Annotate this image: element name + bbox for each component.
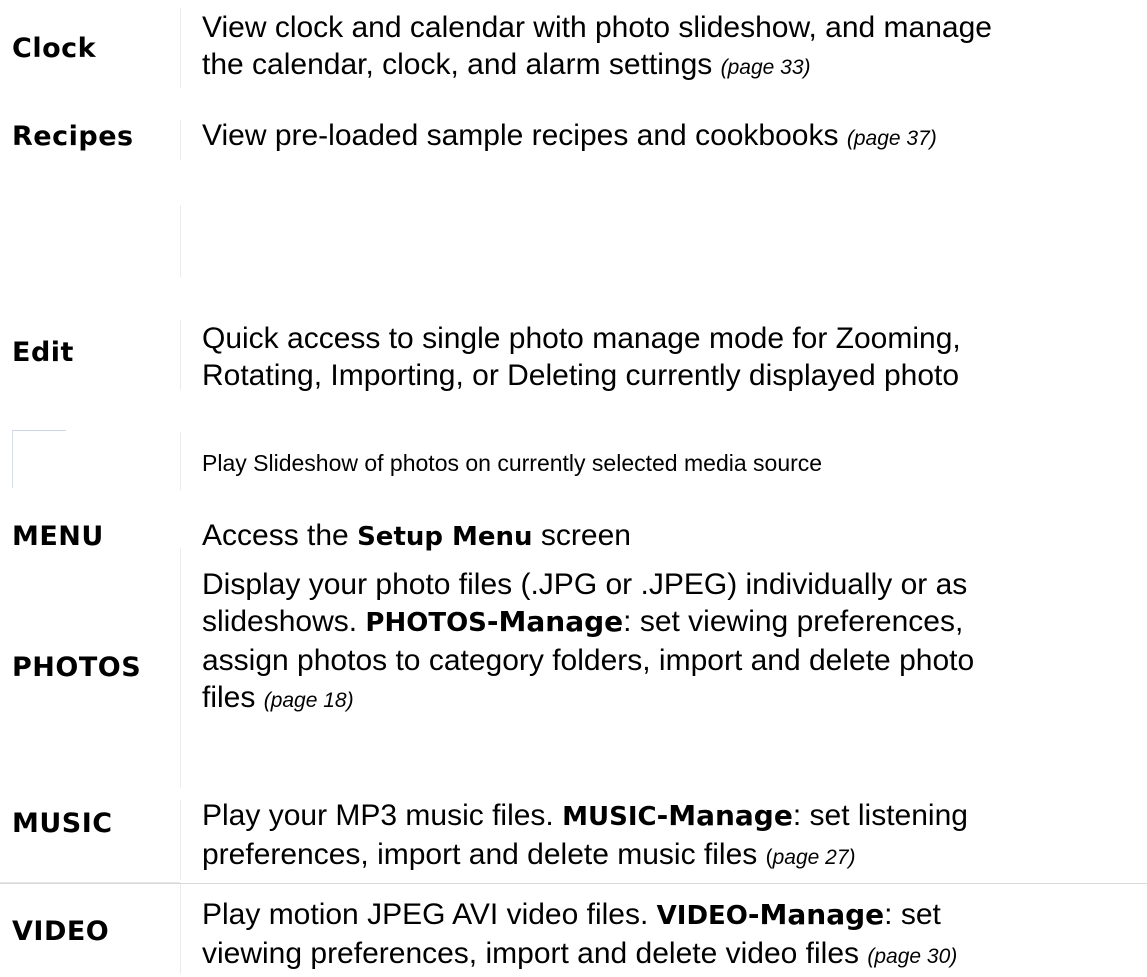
desc-photos-line3: assign photos to category folders, impor…	[202, 644, 975, 677]
desc-clock-line1: View clock and calendar with photo slide…	[202, 11, 992, 44]
column-divider-music	[180, 800, 181, 880]
video-inline-term: VIDEO	[656, 901, 748, 931]
desc-photos-line1: Display your photo files (.JPG or .JPEG)…	[202, 568, 968, 601]
music-manage-label: -Manage	[656, 799, 793, 832]
desc-edit: Quick access to single photo manage mode…	[202, 320, 1137, 394]
desc-recipes: View pre-loaded sample recipes and cookb…	[202, 117, 1137, 157]
column-divider-photos	[180, 548, 181, 788]
column-divider-edit	[180, 320, 181, 390]
column-divider-video	[180, 884, 181, 974]
desc-menu-before: Access the	[202, 519, 349, 552]
video-manage-label: -Manage	[747, 898, 885, 931]
desc-music-line1-after: : set listening	[792, 799, 968, 832]
desc-video-line1-before: Play motion JPEG AVI video files.	[202, 898, 649, 931]
photos-manage-label: -Manage	[486, 605, 624, 638]
term-menu: MENU	[12, 521, 104, 552]
desc-video-line2: viewing preferences, import and delete v…	[202, 935, 1137, 975]
desc-edit-line2: Rotating, Importing, or Deleting current…	[202, 359, 960, 392]
desc-music-line2-text: preferences, import and delete music fil…	[202, 838, 758, 871]
desc-edit-line1: Quick access to single photo manage mode…	[202, 322, 961, 355]
desc-photos-line4-text: files	[202, 681, 256, 714]
desc-video-line1-after: : set	[884, 898, 941, 931]
desc-video: Play motion JPEG AVI video files. VIDEO-…	[202, 896, 1137, 975]
desc-music: Play your MP3 music files. MUSIC-Manage:…	[202, 797, 1137, 876]
row-divider-music	[0, 882, 180, 883]
term-music: MUSIC	[12, 808, 113, 839]
desc-recipes-text: View pre-loaded sample recipes and cookb…	[202, 119, 839, 152]
desc-slideshow: Play Slideshow of photos on currently se…	[202, 450, 823, 476]
column-divider-slideshow	[180, 432, 181, 490]
desc-clock-line2: the calendar, clock, and alarm settings …	[202, 46, 1137, 86]
column-divider-empty	[180, 205, 181, 277]
term-edit: Edit	[12, 337, 74, 368]
column-divider-clock	[180, 8, 181, 88]
desc-music-line2: preferences, import and delete music fil…	[202, 836, 1137, 876]
page-ref-photos: (page 18)	[263, 689, 354, 712]
photos-inline-term: PHOTOS	[365, 608, 487, 638]
page-ref-video: (page 30)	[867, 945, 958, 968]
term-video: VIDEO	[12, 916, 110, 947]
term-clock: Clock	[12, 33, 97, 64]
setup-menu-label: Setup Menu	[357, 522, 533, 552]
desc-photos-line2-before: slideshows.	[202, 605, 358, 638]
music-inline-term: MUSIC	[562, 802, 657, 832]
row-divider-video	[0, 883, 1147, 884]
page-ref-music: page 27)	[772, 846, 856, 869]
page-ref-clock: (page 33)	[720, 56, 811, 79]
desc-video-line1: Play motion JPEG AVI video files. VIDEO-…	[202, 896, 1137, 935]
desc-photos: Display your photo files (.JPG or .JPEG)…	[202, 566, 1137, 719]
slideshow-icon-edge	[12, 430, 13, 488]
desc-photos-line2-after: : set viewing preferences,	[623, 605, 964, 638]
desc-menu: Access the Setup Menu screen	[202, 517, 1137, 556]
term-recipes: Recipes	[12, 121, 134, 152]
desc-video-line2-text: viewing preferences, import and delete v…	[202, 937, 860, 970]
desc-music-line1: Play your MP3 music files. MUSIC-Manage:…	[202, 797, 1137, 836]
term-photos: PHOTOS	[12, 652, 142, 683]
desc-menu-after: screen	[540, 519, 631, 552]
desc-clock: View clock and calendar with photo slide…	[202, 9, 1137, 86]
desc-photos-line2: slideshows. PHOTOS-Manage: set viewing p…	[202, 603, 1137, 642]
column-divider-recipes	[180, 120, 181, 160]
desc-clock-line2-text: the calendar, clock, and alarm settings	[202, 48, 713, 81]
page-ref-music-open: (	[765, 846, 773, 869]
desc-music-line1-before: Play your MP3 music files.	[202, 799, 554, 832]
page-ref-recipes: (page 37)	[846, 127, 937, 150]
slideshow-icon-placeholder	[12, 430, 66, 431]
desc-photos-line4: files (page 18)	[202, 679, 1137, 719]
